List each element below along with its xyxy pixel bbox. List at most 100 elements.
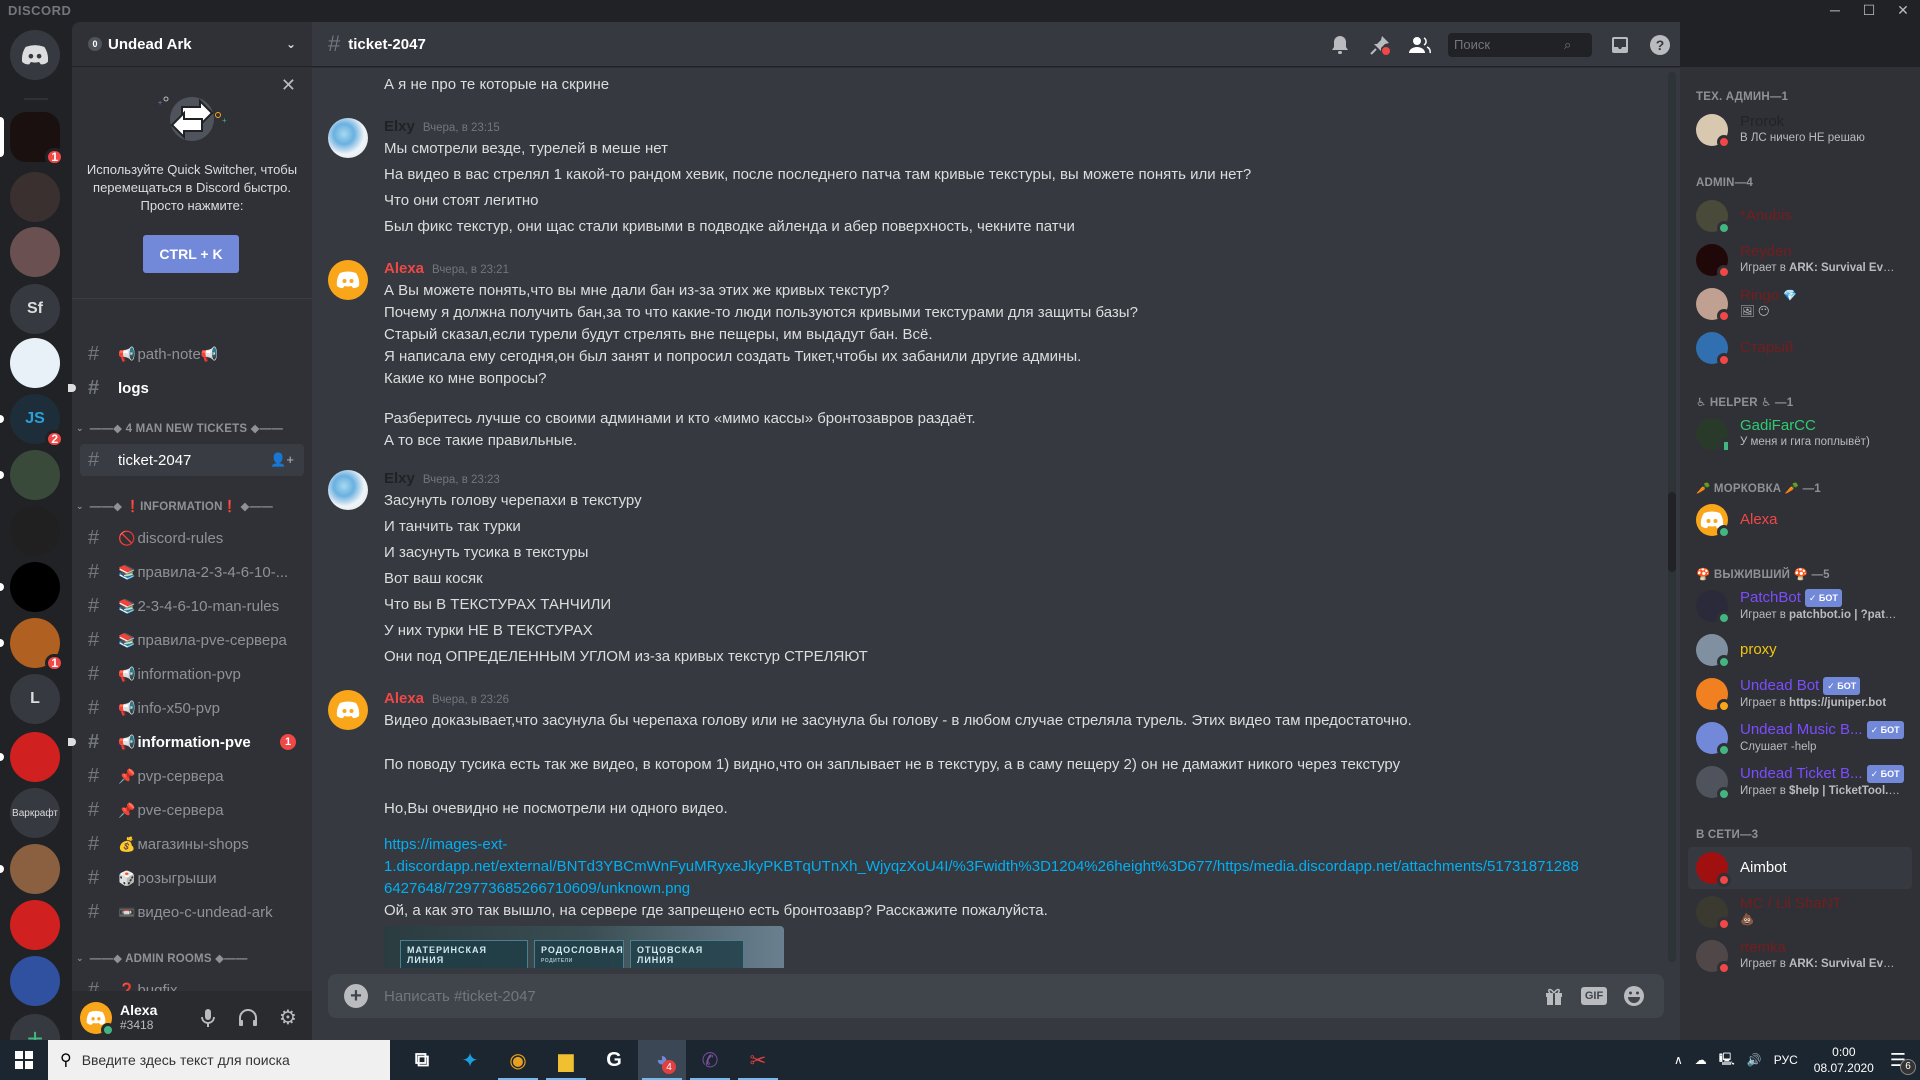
notification-bell-icon[interactable] [1320,22,1360,67]
help-icon[interactable]: ? [1640,22,1680,67]
headphones-icon[interactable] [232,1002,264,1034]
gift-icon[interactable] [1540,982,1568,1010]
server-icon-server-sf[interactable]: Sf [10,284,60,334]
taskbar-app-chrome[interactable]: ◉ [494,1040,542,1080]
volume-icon[interactable]: 🔊 [1741,1053,1768,1067]
maximize-button[interactable]: ☐ [1852,0,1886,22]
gif-icon[interactable]: GIF [1580,982,1608,1010]
message-avatar[interactable] [328,690,368,730]
taskbar-app-battlenet[interactable]: ✦ [446,1040,494,1080]
emoji-picker-icon[interactable] [1620,982,1648,1010]
message-link[interactable]: 1.discordapp.net/external/BNTd3YBCmWnFyu… [384,858,1579,875]
channel-path-note[interactable]: # 📢 path-note 📢 [80,338,304,370]
member-item[interactable]: Undead Bot ✓ БОТ Играет в https://juniper.… [1688,673,1912,715]
server-icon-server-un[interactable]: 1 [10,112,64,166]
channel-правила-pve-сервера[interactable]: # 📚 правила-pve-сервера [80,624,304,656]
server-icon-server-play[interactable] [10,900,60,950]
message-author[interactable]: Alexa [384,260,424,277]
server-icon-server-portrait[interactable] [10,172,60,222]
guild-header[interactable]: 0 Undead Ark ⌄ [72,22,312,67]
cloud-icon[interactable]: ☁ [1689,1053,1713,1067]
action-center-icon[interactable]: ☰ 6 [1884,1050,1920,1075]
taskbar-app-task-view[interactable]: ⧉ [398,1040,446,1080]
messages-scrollbar[interactable] [1668,72,1676,962]
server-icon-server-m[interactable] [10,732,60,782]
channel-2-3-4-6-10-man-rules[interactable]: # 📚 2-3-4-6-10-man-rules [80,590,304,622]
taskbar-app-logitech[interactable]: G [590,1040,638,1080]
network-icon[interactable]: 🖳 [1713,1050,1741,1071]
server-icon-server-cartoon[interactable] [10,844,60,894]
channel-pvp-сервера[interactable]: # 📌 pvp-сервера [80,760,304,792]
server-icon-server-20[interactable] [10,338,60,388]
channel-магазины-shops[interactable]: # 💰 магазины-shops [80,828,304,860]
pinned-messages-icon[interactable] [1360,22,1400,67]
message-link[interactable]: 6427648/729773685266710609/unknown.png [384,880,690,897]
server-icon-server-portrait-2[interactable] [10,227,60,277]
server-icon-server-diamond[interactable] [10,562,60,612]
message-avatar[interactable] [328,470,368,510]
member-item[interactable]: Старый [1688,327,1912,369]
server-icon-server-l[interactable]: L [10,674,60,724]
message-author[interactable]: Elxy [384,470,415,487]
settings-gear-icon[interactable]: ⚙ [272,1002,304,1034]
member-item[interactable]: Undead Music B... ✓ БОТ Слушает -help [1688,717,1912,759]
server-icon-server-js[interactable]: JS 2 [10,394,64,448]
member-item[interactable]: Aimbot [1688,847,1912,889]
channel-logs[interactable]: # logs [80,372,304,404]
member-item[interactable]: rtemkaИграет в ARK: Survival Evolved [1688,935,1912,977]
server-icon-server-frog[interactable] [10,450,60,500]
scrollbar-thumb[interactable] [1668,492,1676,572]
taskbar-search-input[interactable] [81,1052,382,1068]
member-list-icon[interactable] [1400,22,1440,67]
channel-розыгрыши[interactable]: # 🎲 розыгрыши [80,862,304,894]
channel-ticket-2047[interactable]: # ticket-2047 👤+ [80,444,304,476]
taskbar-app-snipping[interactable]: ✂ [734,1040,782,1080]
server-icon-server-circle[interactable] [10,506,60,556]
attach-plus-icon[interactable]: + [344,984,368,1008]
clock[interactable]: 0:00 08.07.2020 [1804,1044,1884,1076]
member-item[interactable]: ReydenИграет в ARK: Survival Evolved [1688,239,1912,281]
member-item[interactable]: Prorok В ЛС ничего НЕ решаю [1688,109,1912,151]
message-avatar[interactable] [328,260,368,300]
search-input[interactable] [1454,37,1564,52]
channel-information-pve[interactable]: # 📢 information-pve 1 [80,726,304,758]
message-author[interactable]: Elxy [384,118,415,135]
server-icon-server-warcraft[interactable]: Варкрафт [10,788,60,838]
search-box[interactable]: ⌕ [1448,32,1592,57]
message-author[interactable]: Alexa [384,690,424,707]
taskbar-app-file-explorer[interactable]: ▆ [542,1040,590,1080]
message-input[interactable] [384,987,1540,1005]
channel-information-pvp[interactable]: # 📢 information-pvp [80,658,304,690]
channel-видео-с-undead-ark[interactable]: # 📼 видео-с-undead-ark [80,896,304,928]
microphone-icon[interactable] [192,1002,224,1034]
member-item[interactable]: GadiFarCC У меня и гига поплывёт) [1688,413,1912,455]
minimize-button[interactable]: ─ [1818,0,1852,22]
show-hidden-icons-chevron-up-icon[interactable]: ∧ [1668,1053,1689,1067]
start-button[interactable] [0,1040,48,1080]
member-item[interactable]: Alexa [1688,499,1912,541]
close-icon[interactable]: ✕ [281,75,296,96]
taskbar-app-viber[interactable]: ✆ [686,1040,734,1080]
channel-info-x50-pvp[interactable]: # 📢 info-x50-pvp [80,692,304,724]
category-header[interactable]: ⌄ ——◆ 4 MAN NEW TICKETS ◆—— [76,418,308,438]
language-indicator[interactable]: РУС [1768,1053,1804,1067]
taskbar-app-discord[interactable]: ◕ 4 [638,1040,686,1080]
quick-switcher-button[interactable]: CTRL + K [143,235,239,273]
member-item[interactable]: proxy [1688,629,1912,671]
create-invite-icon[interactable]: 👤+ [270,452,294,468]
message-link[interactable]: https://images-ext- [384,836,507,853]
inbox-icon[interactable] [1600,22,1640,67]
close-window-button[interactable]: ✕ [1886,0,1920,22]
channel-правила-2-3-4-6-10-...[interactable]: # 📚 правила-2-3-4-6-10-... [80,556,304,588]
taskbar-search[interactable]: ⚲ [48,1040,390,1080]
member-item[interactable]: Undead Ticket B... ✓ БОТ Играет в $help | … [1688,761,1912,803]
image-attachment[interactable]: МАТЕРИНСКАЯ ЛИНИЯГЕНЕАЛОГИЧЕСКОЕ ДРЕВОРО… [384,926,784,968]
message-avatar[interactable] [328,118,368,158]
channel-pve-сервера[interactable]: # 📌 pve-сервера [80,794,304,826]
server-icon-server-dst[interactable]: 1 [10,618,64,672]
user-avatar[interactable] [80,1001,115,1037]
member-item[interactable]: *Anubis [1688,195,1912,237]
member-item[interactable]: MC / Lil ShaNT 💩 [1688,891,1912,933]
member-item[interactable]: Ringo 💎 🖼 😶 [1688,283,1912,325]
category-header[interactable]: ⌄ ——◆ ❗INFORMATION❗ ◆—— [76,496,308,516]
